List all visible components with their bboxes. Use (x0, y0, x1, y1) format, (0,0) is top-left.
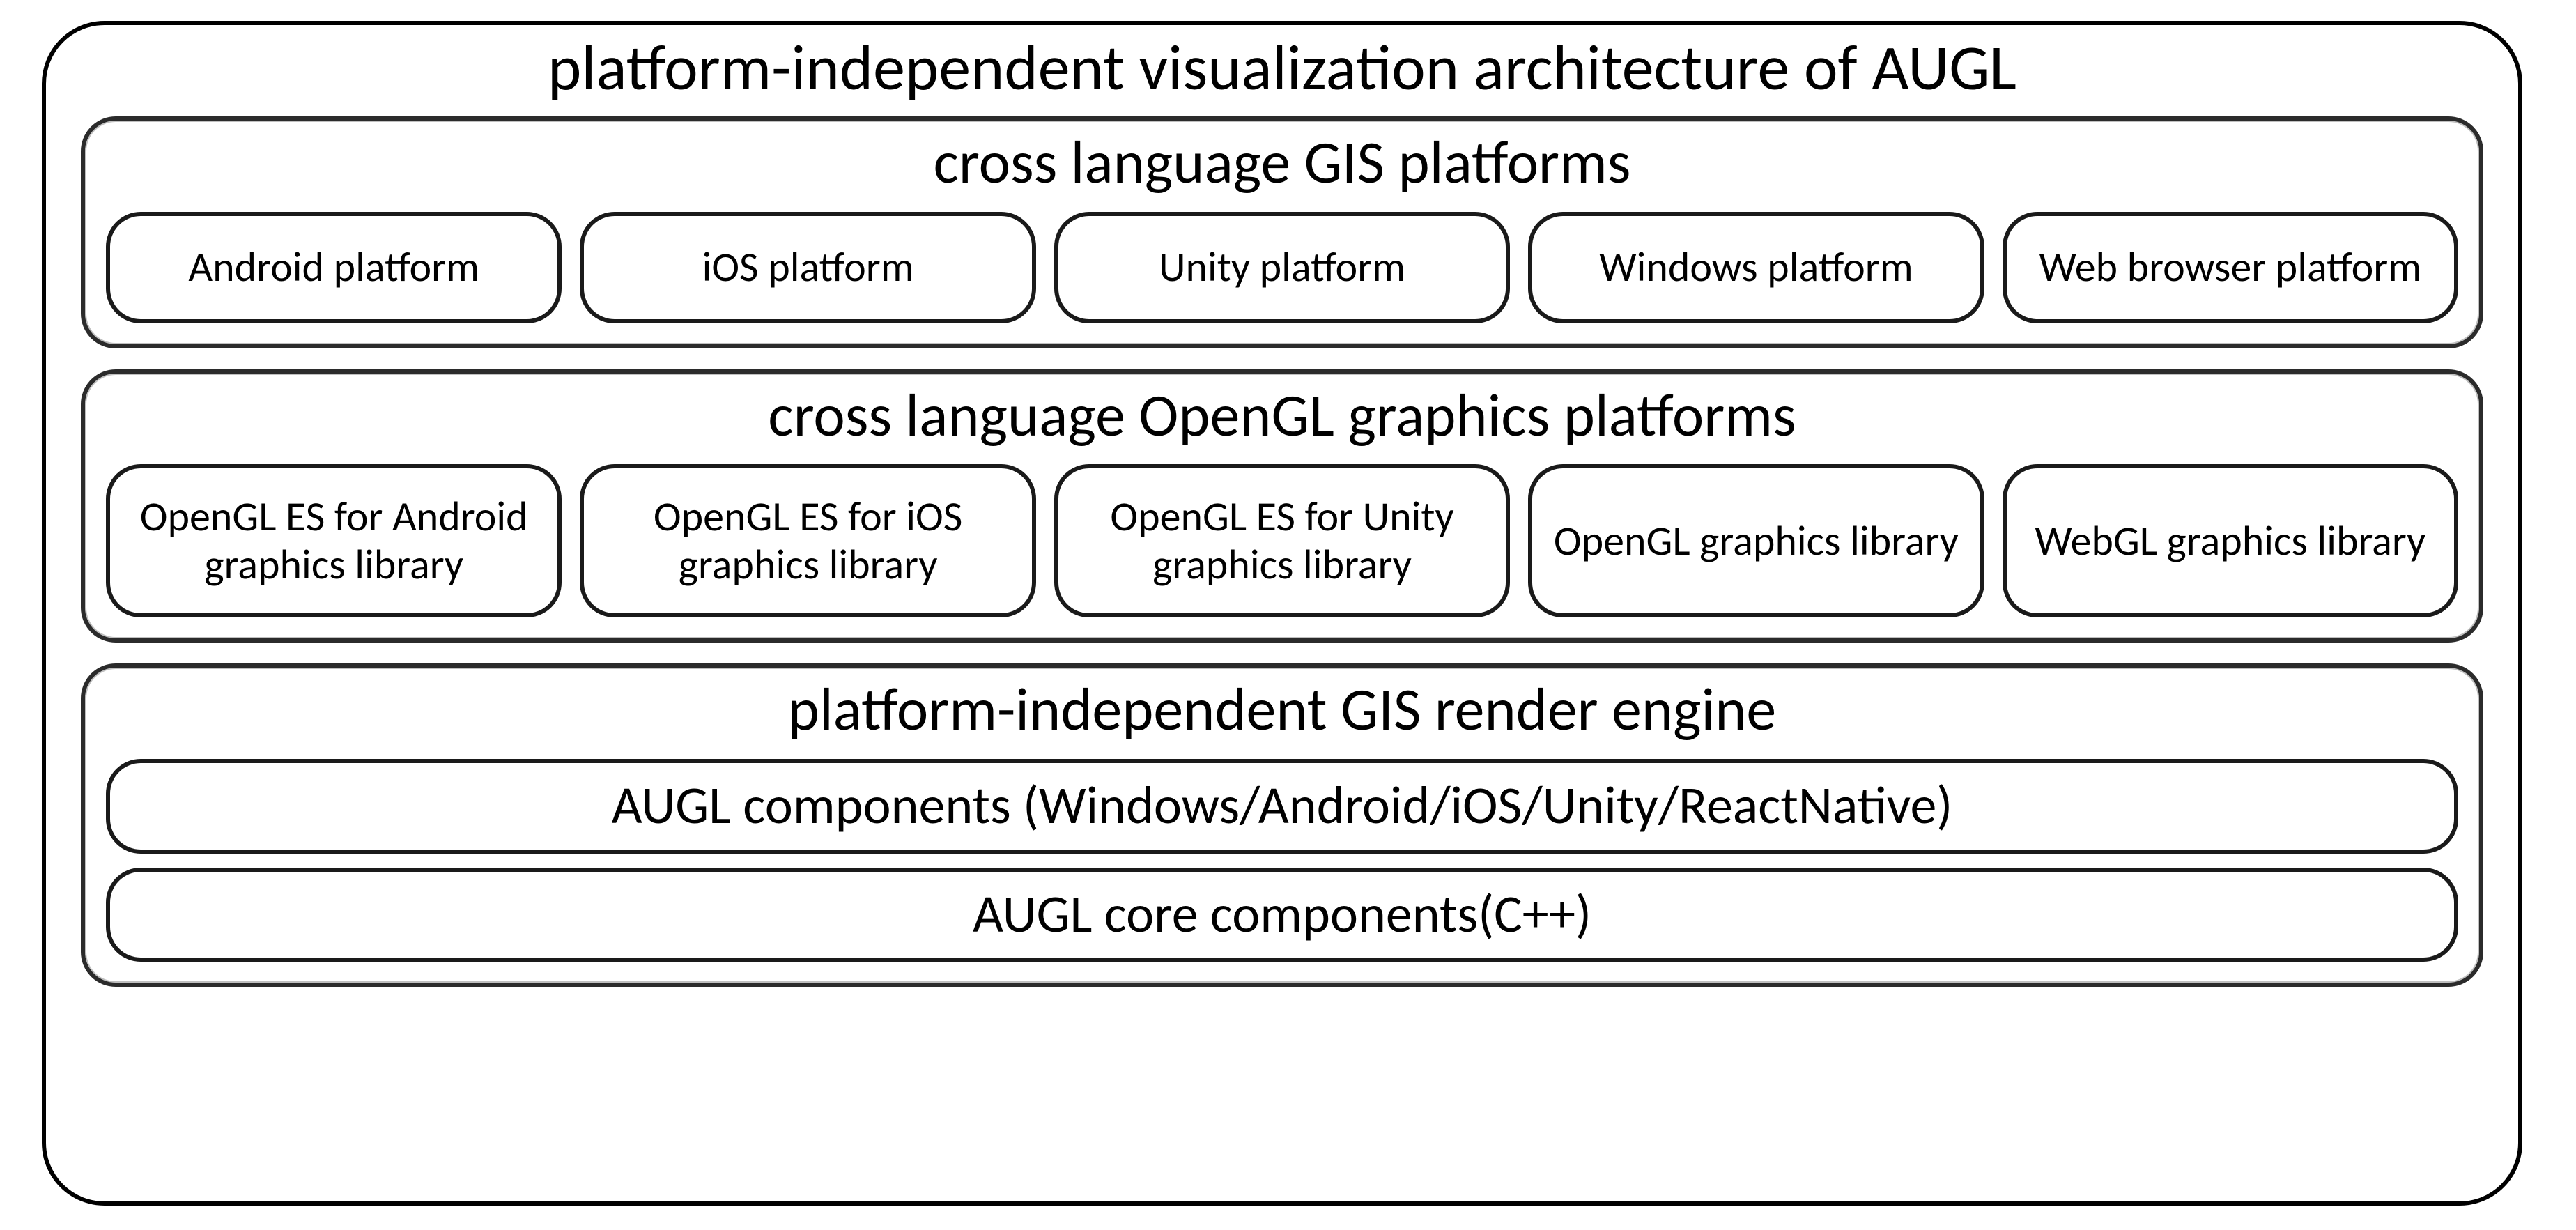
section-opengl-title: cross language OpenGL graphics platforms (106, 383, 2458, 449)
outer-title: platform-independent visualization archi… (74, 32, 2490, 102)
section-gis-title: cross language GIS platforms (106, 130, 2458, 197)
row-augl-core-components: AUGL core components(C++) (106, 868, 2458, 962)
section-opengl-row: OpenGL ES for Android graphics library O… (106, 464, 2458, 617)
section-opengl-platforms: cross language OpenGL graphics platforms… (81, 369, 2483, 643)
card-web-browser-platform: Web browser platform (2003, 212, 2458, 323)
outer-container: platform-independent visualization archi… (42, 21, 2522, 1206)
row-augl-components: AUGL components (Windows/Android/iOS/Uni… (106, 759, 2458, 854)
card-opengl-graphics: OpenGL graphics library (1528, 464, 1984, 617)
section-render-engine: platform-independent GIS render engine A… (81, 663, 2483, 987)
card-opengl-es-ios: OpenGL ES for iOS graphics library (580, 464, 1035, 617)
card-opengl-es-android: OpenGL ES for Android graphics library (106, 464, 562, 617)
card-windows-platform: Windows platform (1528, 212, 1984, 323)
card-webgl-graphics: WebGL graphics library (2003, 464, 2458, 617)
card-ios-platform: iOS platform (580, 212, 1035, 323)
card-opengl-es-unity: OpenGL ES for Unity graphics library (1054, 464, 1510, 617)
card-unity-platform: Unity platform (1054, 212, 1510, 323)
card-android-platform: Android platform (106, 212, 562, 323)
section-engine-title: platform-independent GIS render engine (106, 677, 2458, 744)
section-gis-row: Android platform iOS platform Unity plat… (106, 212, 2458, 323)
section-gis-platforms: cross language GIS platforms Android pla… (81, 116, 2483, 348)
